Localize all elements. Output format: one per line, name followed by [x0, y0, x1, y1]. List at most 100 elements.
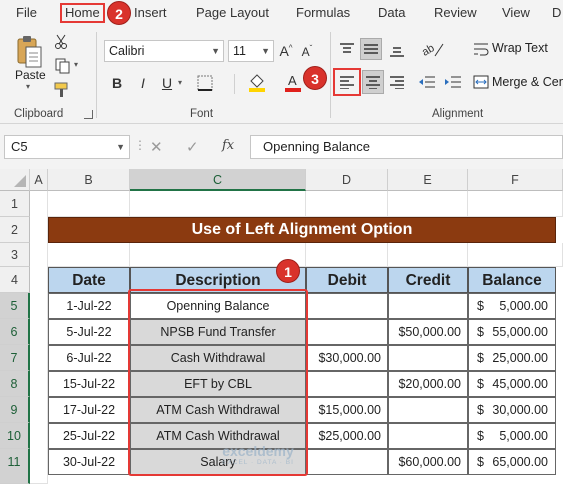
row-header-3[interactable]: 3 [0, 243, 30, 267]
select-all-corner[interactable] [0, 169, 30, 191]
cut-button[interactable] [52, 32, 70, 52]
header-credit[interactable]: Credit [388, 267, 468, 293]
top-align-button[interactable] [336, 40, 358, 60]
cell-date[interactable]: 6-Jul-22 [48, 345, 130, 371]
bottom-align-button[interactable] [386, 40, 408, 60]
formula-input[interactable]: Openning Balance [250, 135, 563, 159]
format-painter-button[interactable] [52, 80, 72, 100]
cell-credit[interactable] [388, 423, 468, 449]
row-header-6[interactable]: 6 [0, 319, 30, 345]
decrease-font-button[interactable]: Aˇ [297, 40, 317, 62]
cell-e1[interactable] [388, 191, 468, 217]
cell-f1[interactable] [468, 191, 563, 217]
center-button[interactable] [362, 70, 384, 94]
tab-review[interactable]: Review [434, 5, 477, 20]
column-a-cells[interactable] [30, 191, 48, 484]
cell-balance[interactable]: $65,000.00 [468, 449, 556, 475]
cell-debit[interactable]: $25,000.00 [306, 423, 388, 449]
row-header-9[interactable]: 9 [0, 397, 30, 423]
tab-home[interactable]: Home [60, 3, 105, 23]
cell-balance[interactable]: $5,000.00 [468, 293, 556, 319]
copy-dropdown-icon[interactable]: ▾ [74, 60, 78, 69]
decrease-indent-button[interactable] [416, 71, 438, 93]
cell-credit[interactable]: $20,000.00 [388, 371, 468, 397]
cell-debit[interactable] [306, 371, 388, 397]
cell-date[interactable]: 17-Jul-22 [48, 397, 130, 423]
cancel-icon[interactable]: ✕ [150, 138, 163, 156]
row-header-7[interactable]: 7 [0, 345, 30, 371]
underline-dropdown-icon[interactable]: ▾ [178, 78, 182, 87]
formula-bar-grip-icon[interactable]: ⋮ [134, 138, 146, 152]
cell-credit[interactable] [388, 397, 468, 423]
middle-align-button[interactable] [360, 38, 382, 60]
sheet-title[interactable]: Use of Left Alignment Option [48, 217, 556, 243]
cell-e3[interactable] [388, 243, 468, 267]
cell-balance[interactable]: $45,000.00 [468, 371, 556, 397]
cell-debit[interactable] [306, 293, 388, 319]
header-debit[interactable]: Debit [306, 267, 388, 293]
tab-formulas[interactable]: Formulas [296, 5, 350, 20]
cell-c1[interactable] [130, 191, 306, 217]
cell-date[interactable]: 30-Jul-22 [48, 449, 130, 475]
cell-debit[interactable] [306, 319, 388, 345]
column-header-b[interactable]: B [48, 169, 130, 191]
header-date[interactable]: Date [48, 267, 130, 293]
bold-button[interactable]: B [108, 72, 126, 94]
tab-data[interactable]: Data [378, 5, 405, 20]
borders-button[interactable] [192, 72, 218, 94]
tab-file[interactable]: File [16, 5, 37, 20]
tab-developer[interactable]: D [552, 5, 561, 20]
insert-function-button[interactable]: fx [222, 138, 234, 153]
cell-balance[interactable]: $25,000.00 [468, 345, 556, 371]
cell-debit[interactable] [306, 449, 388, 475]
row-header-5[interactable]: 5 [0, 293, 30, 319]
tab-page-layout[interactable]: Page Layout [196, 5, 269, 20]
row-header-10[interactable]: 10 [0, 423, 30, 449]
column-header-a[interactable]: A [30, 169, 48, 191]
cell-d3[interactable] [306, 243, 388, 267]
tab-view[interactable]: View [502, 5, 530, 20]
font-color-button[interactable]: A [282, 70, 304, 94]
column-header-e[interactable]: E [388, 169, 468, 191]
merge-center-button[interactable]: Merge & Cen [492, 75, 563, 89]
font-name-select[interactable]: Calibri ▼ [104, 40, 224, 62]
clipboard-launcher-icon[interactable] [84, 110, 93, 119]
cell-debit[interactable]: $15,000.00 [306, 397, 388, 423]
cell-d1[interactable] [306, 191, 388, 217]
copy-button[interactable] [52, 56, 74, 76]
increase-indent-button[interactable] [442, 71, 464, 93]
row-header-11[interactable]: 11 [0, 449, 30, 484]
cell-f3[interactable] [468, 243, 563, 267]
row-header-8[interactable]: 8 [0, 371, 30, 397]
cell-date[interactable]: 25-Jul-22 [48, 423, 130, 449]
row-header-2[interactable]: 2 [0, 217, 30, 243]
column-header-d[interactable]: D [306, 169, 388, 191]
orientation-button[interactable]: ab [418, 38, 448, 60]
cell-credit[interactable]: $50,000.00 [388, 319, 468, 345]
align-right-button[interactable] [386, 71, 408, 93]
cell-date[interactable]: 1-Jul-22 [48, 293, 130, 319]
underline-button[interactable]: U [158, 72, 176, 94]
cell-balance[interactable]: $5,000.00 [468, 423, 556, 449]
cell-credit[interactable] [388, 345, 468, 371]
wrap-text-button[interactable]: Wrap Text [492, 41, 548, 55]
column-header-f[interactable]: F [468, 169, 563, 191]
increase-font-button[interactable]: A^ [276, 40, 296, 62]
cell-credit[interactable]: $60,000.00 [388, 449, 468, 475]
cell-b3[interactable] [48, 243, 130, 267]
header-balance[interactable]: Balance [468, 267, 556, 293]
cell-date[interactable]: 5-Jul-22 [48, 319, 130, 345]
cell-b1[interactable] [48, 191, 130, 217]
cell-debit[interactable]: $30,000.00 [306, 345, 388, 371]
column-header-c[interactable]: C [130, 169, 306, 191]
name-box[interactable]: C5 ▼ [4, 135, 130, 159]
row-header-1[interactable]: 1 [0, 191, 30, 217]
paste-button[interactable] [14, 32, 44, 72]
enter-icon[interactable]: ✓ [186, 138, 199, 156]
paste-dropdown-icon[interactable]: ▾ [26, 82, 30, 91]
italic-button[interactable]: I [134, 72, 152, 94]
fill-color-button[interactable] [244, 70, 270, 94]
cell-balance[interactable]: $30,000.00 [468, 397, 556, 423]
cell-balance[interactable]: $55,000.00 [468, 319, 556, 345]
cell-credit[interactable] [388, 293, 468, 319]
